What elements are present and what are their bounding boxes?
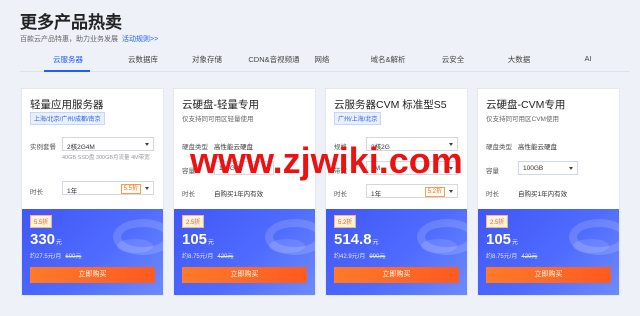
per-month-value: 约8.75元/月	[182, 254, 214, 260]
price-unit: 元	[56, 240, 63, 246]
tab-domain[interactable]: 域名&解析	[370, 54, 405, 65]
decoration	[269, 239, 305, 253]
original-price: 990元	[369, 254, 386, 260]
card-description: 仅支持同可用区轻量使用	[182, 116, 254, 123]
tab-cloud-server[interactable]: 云服务器	[53, 54, 83, 65]
tab-object-storage[interactable]: 对象存储	[192, 54, 222, 65]
price-panel: 2.5折 105元 约8.75元/月 420元 立即购买	[478, 209, 619, 295]
capacity-label: 容量	[486, 168, 499, 175]
price-value: 514.8	[334, 231, 372, 248]
price-panel: 2.5折 105元 约8.75元/月 420元 立即购买	[174, 209, 315, 295]
chevron-down-icon	[569, 167, 573, 170]
duration-discount: 5.5折	[120, 184, 141, 194]
price-value: 105	[486, 231, 512, 248]
card-title: 轻量应用服务器	[30, 99, 104, 111]
card-title: 云硬盘-轻量专用	[182, 99, 259, 111]
card-title: 云服务器CVM 标准型S5	[334, 99, 447, 111]
tab-cdn[interactable]: CDN&音视频通	[248, 54, 299, 65]
card-title: 云硬盘-CVM专用	[486, 99, 566, 111]
price-value: 105	[182, 231, 208, 248]
rules-link[interactable]: 活动规则>>	[122, 36, 158, 43]
duration-select[interactable]: 1年 5.5折	[62, 181, 154, 195]
disk-type-label: 硬盘类型	[486, 144, 512, 151]
original-price: 420元	[521, 254, 538, 260]
tab-cloud-database[interactable]: 云数据库	[128, 54, 158, 65]
decoration	[421, 239, 457, 253]
chevron-down-icon	[449, 190, 453, 193]
price-per-month: 约8.75元/月 420元	[182, 251, 233, 260]
tab-ai[interactable]: AI	[584, 54, 591, 63]
disk-type-value: 高性能云硬盘	[518, 144, 557, 151]
price-per-month: 约27.5元/月 600元	[30, 251, 81, 260]
decoration	[117, 239, 153, 253]
discount-badge: 2.5折	[182, 215, 205, 228]
price-unit: 元	[372, 240, 379, 246]
per-month-value: 约27.5元/月	[30, 254, 62, 260]
price-unit: 元	[512, 240, 519, 246]
price-panel: 5.2折 514.8元 约42.9元/月 990元 立即购买	[326, 209, 467, 295]
chevron-down-icon	[145, 187, 149, 190]
price: 330元	[30, 231, 62, 248]
duration-label: 时长	[30, 189, 43, 196]
tab-security[interactable]: 云安全	[442, 54, 465, 65]
duration-value: 1年	[67, 188, 78, 195]
active-tab-indicator	[44, 70, 90, 72]
spec-select[interactable]: 2核2G4M	[62, 137, 154, 151]
price-value: 330	[30, 231, 56, 248]
decoration	[573, 239, 609, 253]
original-price: 600元	[65, 254, 82, 260]
capacity-select[interactable]: 100GB	[518, 161, 578, 175]
region-tag: 广州/上海/北京	[334, 112, 382, 125]
price-per-month: 约42.9元/月 990元	[334, 251, 385, 260]
duration-select[interactable]: 1年 5.2折	[366, 184, 458, 198]
product-card-cvm: 云服务器CVM 标准型S5 广州/上海/北京 规格 2核2G 带宽 1M 时长 …	[325, 88, 468, 296]
duration-value: 自购买1年内有效	[518, 191, 568, 198]
price: 514.8元	[334, 231, 379, 248]
discount-badge: 5.5折	[30, 215, 53, 228]
price-unit: 元	[208, 240, 215, 246]
spec-value: 2核2G4M	[67, 144, 95, 151]
duration-value: 自购买1年内有效	[214, 191, 264, 198]
region-tag: 上海/北京/广州/成都/南京	[30, 112, 105, 125]
original-price: 420元	[217, 254, 234, 260]
discount-badge: 2.5折	[486, 215, 509, 228]
spec-note: 40GB SSD盘 300GB月流量 4M带宽	[62, 155, 150, 161]
price-panel: 5.5折 330元 约27.5元/月 600元 立即购买	[22, 209, 163, 295]
buy-now-button[interactable]: 立即购买	[486, 267, 611, 283]
price: 105元	[486, 231, 518, 248]
subtitle-text: 百款云产品特惠，助力业务发展	[20, 36, 118, 43]
discount-badge: 5.2折	[334, 215, 357, 228]
card-description: 仅支持同可用区CVM使用	[486, 116, 559, 123]
duration-discount: 5.2折	[424, 187, 445, 197]
duration-label: 时长	[486, 191, 499, 198]
per-month-value: 约8.75元/月	[486, 254, 518, 260]
per-month-value: 约42.9元/月	[334, 254, 366, 260]
duration-label: 时长	[182, 191, 195, 198]
tab-network[interactable]: 网络	[315, 54, 330, 65]
duration-value: 1年	[371, 191, 382, 198]
price-per-month: 约8.75元/月 420元	[486, 251, 537, 260]
tab-bigdata[interactable]: 大数据	[508, 54, 531, 65]
page-title: 更多产品热卖	[20, 13, 122, 32]
chevron-down-icon	[145, 143, 149, 146]
duration-label: 时长	[334, 191, 347, 198]
price: 105元	[182, 231, 214, 248]
product-card-disk-lighthouse: 云硬盘-轻量专用 仅支持同可用区轻量使用 硬盘类型 高性能云硬盘 容量 100G…	[173, 88, 316, 296]
watermark: www.zjwiki.com	[190, 140, 463, 181]
product-card-lighthouse: 轻量应用服务器 上海/北京/广州/成都/南京 实例套餐 2核2G4M 40GB …	[21, 88, 164, 296]
product-card-disk-cvm: 云硬盘-CVM专用 仅支持同可用区CVM使用 硬盘类型 高性能云硬盘 容量 10…	[477, 88, 620, 296]
page-subtitle: 百款云产品特惠，助力业务发展 活动规则>>	[20, 34, 158, 44]
product-tabs: 云服务器 云数据库 对象存储 CDN&音视频通 网络 域名&解析 云安全 大数据…	[20, 50, 630, 72]
buy-now-button[interactable]: 立即购买	[182, 267, 307, 283]
capacity-value: 100GB	[523, 165, 544, 172]
spec-label: 实例套餐	[30, 144, 56, 151]
buy-now-button[interactable]: 立即购买	[334, 267, 459, 283]
buy-now-button[interactable]: 立即购买	[30, 267, 155, 283]
